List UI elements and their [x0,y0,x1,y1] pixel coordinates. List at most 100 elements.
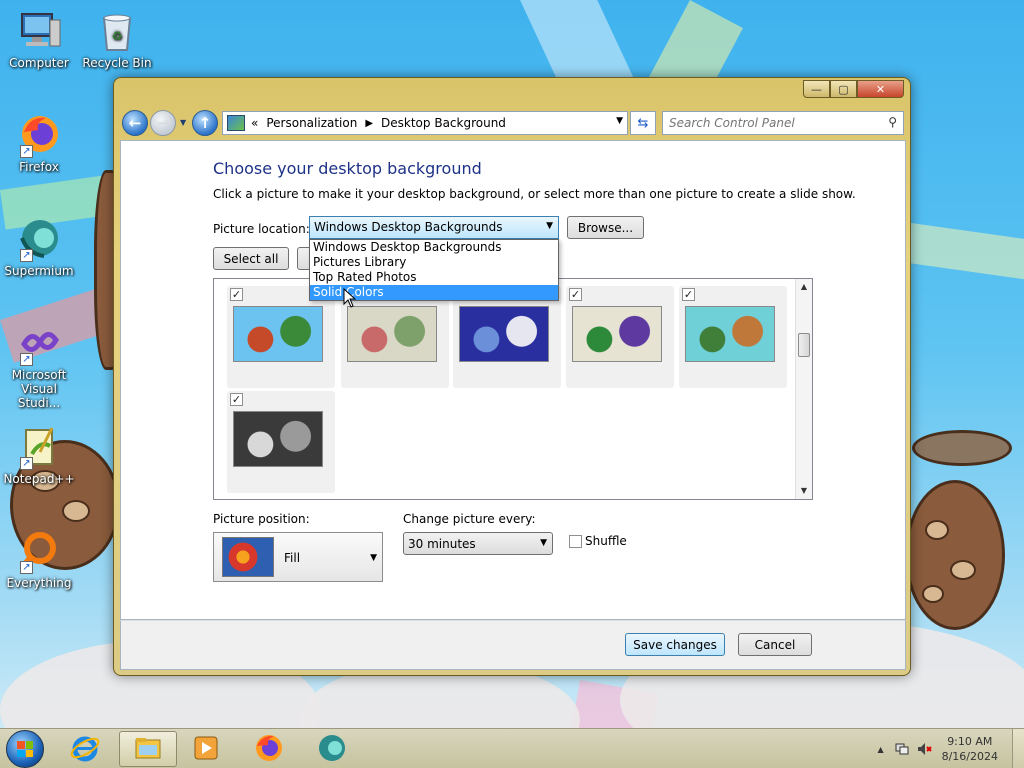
control-panel-icon [227,115,245,131]
taskbar-item-firefox[interactable] [246,731,292,767]
shortcut-arrow-icon: ↗ [20,561,33,574]
recent-pages-dropdown-icon[interactable]: ▼ [180,118,186,127]
back-button[interactable]: ← [122,110,148,136]
clock[interactable]: 9:10 AM 8/16/2024 [942,734,998,764]
shortcut-arrow-icon: ↗ [20,145,33,158]
picture-thumbnail[interactable] [453,286,561,388]
save-changes-button[interactable]: Save changes [625,633,725,656]
thumbnail-image [233,411,323,467]
supermium-icon [316,732,348,767]
desktop-background-window: — ▢ ✕ ← → ▼ ↑ « Personalization ▶ Deskto… [113,77,911,676]
search-input[interactable] [663,112,873,134]
show-desktop-button[interactable] [1012,729,1024,768]
picture-thumbnail[interactable] [341,286,449,388]
option-windows-desktop-backgrounds[interactable]: Windows Desktop Backgrounds [310,240,558,255]
desktop-icon-label: Recycle Bin [82,56,152,70]
thumbnail-image [347,306,437,362]
checkbox-box[interactable] [569,534,582,548]
picture-thumbnail[interactable]: ✓ [679,286,787,388]
clock-time: 9:10 AM [947,735,993,748]
desktop-icon-label: Notepad++ [3,472,75,486]
scroll-down-icon[interactable]: ▼ [796,483,812,499]
picture-thumbnail[interactable]: ✓ [227,391,335,493]
option-top-rated-photos[interactable]: Top Rated Photos [310,270,558,285]
thumbnail-checkbox[interactable]: ✓ [230,393,243,406]
picture-position-value: Fill [284,551,301,565]
breadcrumb-overflow[interactable]: « [251,116,258,130]
search-icon[interactable]: ⚲ [888,115,897,129]
picture-thumbnail[interactable]: ✓ [566,286,674,388]
thumbnail-checkbox[interactable]: ✓ [230,288,243,301]
picture-location-select[interactable]: Windows Desktop Backgrounds ▼ [309,216,559,239]
recycle-bin-icon: ♻ [94,8,140,54]
breadcrumb-desktop-background[interactable]: Desktop Background [381,116,506,130]
dialog-footer: Save changes Cancel [120,620,906,670]
picture-gallery: ✓ ✓ ✓ ✓ ▲ ▼ [213,278,813,500]
change-picture-select[interactable]: 30 minutes ▼ [403,532,553,555]
taskbar-item-internet-explorer[interactable] [62,731,108,767]
thumbnail-checkbox[interactable]: ✓ [569,288,582,301]
scrollbar-thumb[interactable] [798,333,810,357]
chevron-down-icon: ▼ [546,221,553,231]
window-controls: — ▢ ✕ [803,80,904,98]
show-hidden-icons-button[interactable]: ▲ [877,745,883,754]
notepad-plus-plus-icon: ↗ [16,424,62,470]
taskbar-item-file-explorer[interactable] [119,731,177,767]
shortcut-arrow-icon: ↗ [20,353,33,366]
scroll-up-icon[interactable]: ▲ [796,279,812,295]
breadcrumb-separator-icon[interactable]: ▶ [365,118,373,129]
navigation-bar: ← → ▼ ↑ « Personalization ▶ Desktop Back… [120,108,906,138]
internet-explorer-icon [69,732,101,767]
cancel-button[interactable]: Cancel [738,633,812,656]
network-icon[interactable] [894,741,910,757]
picture-position-select[interactable]: Fill ▼ [213,532,383,582]
desktop-icon-everything[interactable]: ↗ Everything [1,528,77,590]
desktop-icon-firefox[interactable]: ↗ Firefox [1,112,77,174]
mouse-cursor-icon [343,288,357,308]
change-picture-label: Change picture every: [403,512,536,526]
address-dropdown-icon[interactable]: ▼ [616,116,623,126]
page-description: Click a picture to make it your desktop … [213,187,856,201]
address-bar[interactable]: « Personalization ▶ Desktop Background ▼ [222,111,628,135]
thumbnail-image [233,306,323,362]
shortcut-arrow-icon: ↗ [20,249,33,262]
picture-location-value: Windows Desktop Backgrounds [314,220,503,234]
clock-date: 8/16/2024 [941,750,998,763]
thumbnail-image [572,306,662,362]
desktop-icon-computer[interactable]: Computer [1,8,77,70]
volume-muted-icon[interactable] [916,741,932,757]
up-arrow-icon: ↑ [198,114,212,132]
refresh-button[interactable]: ⇆ [630,111,656,135]
firefox-icon [253,732,285,767]
breadcrumb-personalization[interactable]: Personalization [266,116,357,130]
shuffle-label: Shuffle [585,534,627,548]
gallery-scrollbar[interactable]: ▲ ▼ [795,279,812,499]
media-player-icon [190,732,222,767]
turtle-spot [950,560,976,580]
up-button[interactable]: ↑ [192,110,218,136]
supermium-icon: ↗ [16,216,62,262]
taskbar-item-media-player[interactable] [183,731,229,767]
option-pictures-library[interactable]: Pictures Library [310,255,558,270]
picture-location-label: Picture location: [213,222,310,236]
desktop-icon-label: Microsoft Visual Studi... [11,368,67,410]
thumbnail-checkbox[interactable]: ✓ [682,288,695,301]
browse-button[interactable]: Browse... [567,216,644,239]
start-button[interactable] [6,730,44,768]
firefox-icon: ↗ [16,112,62,158]
desktop-icon-notepad-plus-plus[interactable]: ↗ Notepad++ [1,424,77,486]
forward-button[interactable]: → [150,110,176,136]
maximize-button[interactable]: ▢ [830,80,857,98]
desktop-icon-visual-studio[interactable]: ↗ Microsoft Visual Studi... [1,320,77,410]
close-button[interactable]: ✕ [857,80,904,98]
minimize-button[interactable]: — [803,80,830,98]
shuffle-checkbox[interactable]: Shuffle [569,534,627,548]
select-all-button[interactable]: Select all [213,247,289,270]
search-box[interactable]: ⚲ [662,111,904,135]
picture-thumbnail[interactable]: ✓ [227,286,335,388]
taskbar-item-supermium[interactable] [309,731,355,767]
page-title: Choose your desktop background [213,159,482,178]
desktop-icon-recycle-bin[interactable]: ♻ Recycle Bin [79,8,155,70]
turtle-spot [925,520,949,540]
desktop-icon-supermium[interactable]: ↗ Supermium [1,216,77,278]
